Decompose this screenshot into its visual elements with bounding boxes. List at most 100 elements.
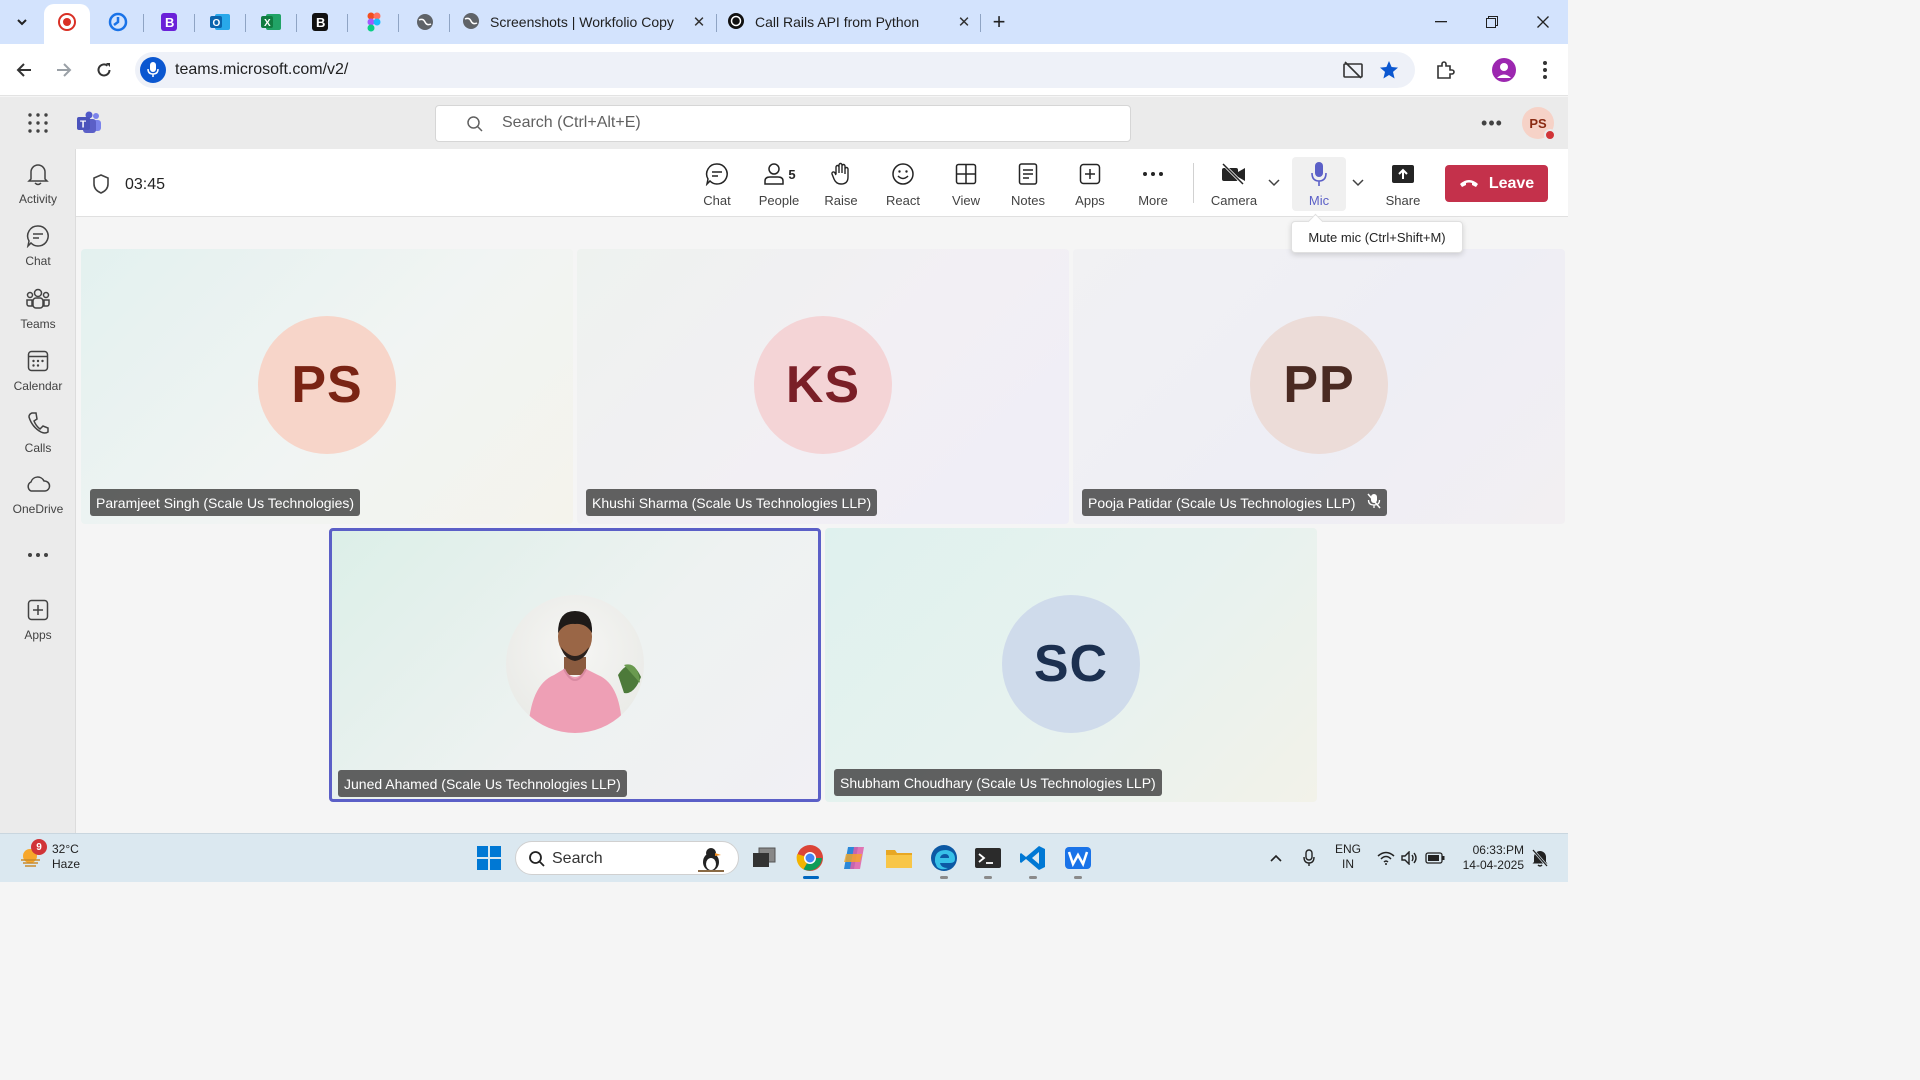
task-view-icon[interactable] — [749, 843, 779, 873]
rail-item-teams[interactable]: Teams — [0, 284, 76, 340]
camera-blocked-icon[interactable] — [1342, 59, 1364, 81]
new-tab-plus-icon[interactable]: + — [984, 8, 1014, 36]
notification-bell-icon[interactable] — [1529, 844, 1551, 872]
app-launcher-waffle-icon[interactable] — [26, 111, 50, 135]
raise-hand-button[interactable]: Raise — [811, 159, 871, 211]
extensions-puzzle-icon[interactable] — [1431, 56, 1459, 84]
omnibox[interactable]: teams.microsoft.com/v2/ — [135, 52, 1415, 88]
back-arrow-icon[interactable] — [10, 56, 38, 84]
pinned-tab-clock-icon[interactable] — [106, 10, 130, 34]
terminal-icon[interactable] — [973, 843, 1003, 879]
tab-search-chevron-icon[interactable] — [10, 10, 34, 34]
notes-button[interactable]: Notes — [998, 159, 1058, 211]
react-button[interactable]: React — [873, 159, 933, 211]
more-button[interactable]: More — [1123, 159, 1183, 211]
file-explorer-icon[interactable] — [884, 843, 914, 873]
browser-menu-icon[interactable] — [1531, 56, 1559, 84]
mic-options-chevron-icon[interactable] — [1350, 175, 1366, 191]
participant-tile[interactable]: SC Shubham Choudhary (Scale Us Technolog… — [825, 528, 1317, 802]
rail-label: Calls — [24, 441, 52, 455]
rail-item-activity[interactable]: Activity — [0, 159, 76, 215]
shield-icon[interactable] — [92, 174, 110, 194]
rail-item-apps[interactable]: Apps — [0, 595, 76, 651]
vscode-icon[interactable] — [1018, 843, 1048, 879]
participant-tile[interactable]: PS Paramjeet Singh (Scale Us Technologie… — [81, 249, 573, 524]
participant-name: Pooja Patidar (Scale Us Technologies LLP… — [1088, 494, 1356, 511]
leave-button[interactable]: Leave — [1445, 165, 1548, 202]
mic-button[interactable]: Mic — [1289, 159, 1349, 211]
tab-call-rails-api[interactable]: Call Rails API from Python ✕ — [727, 5, 975, 39]
rail-item-calls[interactable]: Calls — [0, 408, 76, 464]
tab-title: Call Rails API from Python — [755, 14, 920, 30]
camera-button[interactable]: Camera — [1204, 159, 1264, 211]
rail-item-calendar[interactable]: Calendar — [0, 346, 76, 402]
share-button[interactable]: Share — [1373, 159, 1433, 211]
globe-icon — [462, 12, 480, 33]
pinned-tab-b-purple-icon[interactable]: B — [157, 10, 181, 34]
pinned-tab-globe-icon[interactable] — [413, 10, 437, 34]
teams-logo-icon[interactable]: T — [76, 111, 102, 135]
microphone-indicator-icon[interactable] — [140, 57, 166, 83]
user-avatar[interactable]: PS — [1522, 107, 1556, 141]
add-app-icon — [1075, 159, 1105, 189]
region-code: IN — [1342, 857, 1354, 871]
browser-tab-bar: B O X B Screenshots | Workfolio Copy ✕ C… — [0, 0, 1568, 44]
rail-more-apps-ellipsis[interactable] — [0, 541, 76, 567]
teams-search-box[interactable] — [435, 105, 1131, 142]
participant-name: Paramjeet Singh (Scale Us Technologies) — [96, 494, 355, 511]
taskbar-search[interactable]: Search — [515, 841, 739, 875]
word-app-icon[interactable] — [1063, 843, 1093, 879]
svg-text:T: T — [80, 120, 86, 131]
language-indicator[interactable]: ENG IN — [1333, 842, 1363, 872]
weather-haze-icon: 9 — [18, 839, 47, 868]
reload-icon[interactable] — [90, 56, 118, 84]
bell-icon — [25, 161, 51, 187]
rail-label: Apps — [24, 628, 52, 642]
microphone-tray-icon[interactable] — [1299, 844, 1319, 872]
chrome-taskbar-icon[interactable] — [795, 843, 825, 879]
volume-icon[interactable] — [1400, 844, 1420, 872]
participant-name-tag: Khushi Sharma (Scale Us Technologies LLP… — [586, 489, 878, 516]
rail-item-chat[interactable]: Chat — [0, 221, 76, 277]
clock-date: 14-04-2025 — [1462, 858, 1524, 872]
apps-label: Apps — [1075, 193, 1105, 208]
camera-options-chevron-icon[interactable] — [1266, 175, 1282, 191]
view-button[interactable]: View — [936, 159, 996, 211]
url-text[interactable]: teams.microsoft.com/v2/ — [175, 61, 348, 79]
bookmark-star-icon[interactable] — [1378, 59, 1400, 81]
participant-name-tag: Shubham Choudhary (Scale Us Technologies… — [834, 769, 1162, 796]
restore-icon[interactable] — [1477, 8, 1507, 36]
rail-item-onedrive[interactable]: OneDrive — [0, 469, 76, 525]
pinned-tab-figma-icon[interactable] — [362, 10, 386, 34]
windows-start-icon[interactable] — [477, 846, 501, 870]
forward-arrow-icon[interactable] — [50, 56, 78, 84]
pinned-tab-b-black-icon[interactable]: B — [308, 10, 332, 34]
profile-avatar-icon[interactable] — [1490, 56, 1518, 84]
show-hidden-icons-chevron[interactable] — [1266, 844, 1286, 872]
apps-button[interactable]: Apps — [1060, 159, 1120, 211]
edge-icon[interactable] — [929, 843, 959, 879]
tab-screenshots-workfolio[interactable]: Screenshots | Workfolio Copy ✕ — [462, 5, 710, 39]
wifi-icon[interactable] — [1376, 844, 1396, 872]
close-window-icon[interactable] — [1528, 8, 1558, 36]
more-options-icon[interactable]: ••• — [1480, 111, 1504, 135]
close-icon[interactable]: ✕ — [953, 11, 975, 33]
participant-tile-active-speaker[interactable]: Juned Ahamed (Scale Us Technologies LLP) — [329, 528, 821, 802]
chat-button[interactable]: Chat — [687, 159, 747, 211]
participant-tile[interactable]: PP Pooja Patidar (Scale Us Technologies … — [1073, 249, 1565, 524]
system-clock[interactable]: 06:33:PM 14-04-2025 — [1458, 843, 1524, 873]
pinned-tab-excel-icon[interactable]: X — [259, 10, 283, 34]
copilot-icon[interactable] — [839, 843, 869, 873]
weather-widget[interactable]: 9 32°C Haze — [18, 839, 80, 872]
svg-text:B: B — [165, 15, 174, 30]
notes-icon — [1013, 159, 1043, 189]
minimize-icon[interactable] — [1426, 8, 1456, 36]
people-button[interactable]: 5 People — [749, 159, 809, 211]
pinned-tab-outlook-icon[interactable]: O — [208, 10, 232, 34]
participant-initials: KS — [785, 356, 861, 414]
battery-icon[interactable] — [1424, 844, 1446, 872]
participant-tile[interactable]: KS Khushi Sharma (Scale Us Technologies … — [577, 249, 1069, 524]
record-icon[interactable] — [55, 10, 79, 34]
search-input[interactable] — [502, 114, 1062, 132]
close-icon[interactable]: ✕ — [688, 11, 710, 33]
